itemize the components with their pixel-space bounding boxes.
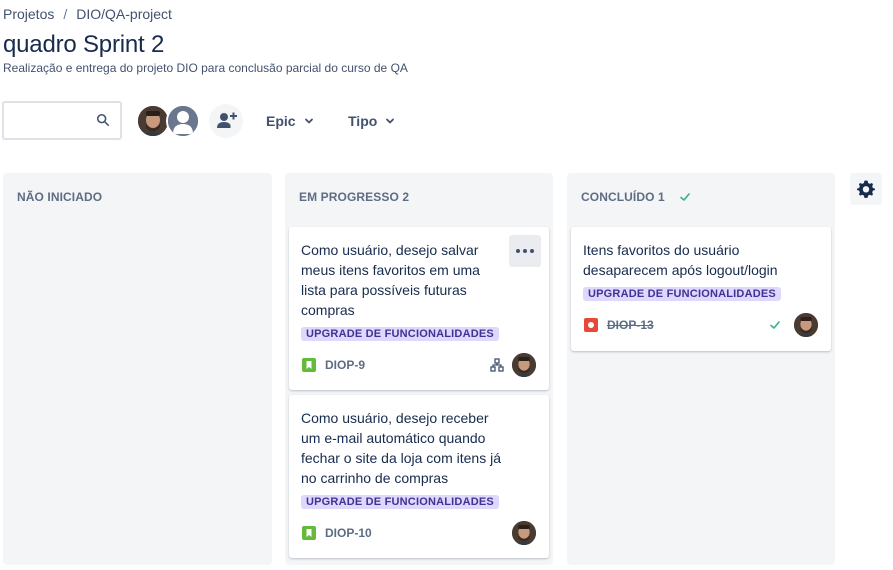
- story-type-icon: [302, 526, 316, 540]
- board-column-em-progresso: EM PROGRESSO 2 Como usuário, desejo salv…: [285, 173, 553, 565]
- column-title: NÃO INICIADO: [17, 190, 103, 204]
- assignee-avatar[interactable]: [794, 313, 818, 337]
- issue-card-diop-9[interactable]: Como usuário, desejo salvar meus itens f…: [289, 227, 549, 390]
- card-summary: Como usuário, desejo receber um e-mail a…: [301, 410, 501, 486]
- chevron-down-icon: [386, 118, 395, 124]
- done-check-icon: [679, 193, 690, 201]
- child-issues-icon: [490, 358, 504, 372]
- search-input[interactable]: [2, 101, 122, 140]
- add-people-button[interactable]: [209, 104, 243, 138]
- done-check-icon: [770, 321, 780, 329]
- search-icon: [96, 113, 110, 127]
- bug-type-icon: [584, 318, 598, 332]
- epic-badge[interactable]: UPGRADE DE FUNCIONALIDADES: [583, 287, 781, 301]
- user-avatar[interactable]: [136, 104, 170, 138]
- breadcrumb-projects-link[interactable]: Projetos: [3, 6, 54, 22]
- column-header: CONCLUÍDO 1: [581, 190, 691, 204]
- card-more-actions-button[interactable]: [509, 235, 541, 267]
- add-person-icon: [217, 112, 237, 128]
- chevron-down-icon: [304, 118, 313, 124]
- assignee-avatar[interactable]: [512, 521, 536, 545]
- breadcrumb: Projetos / DIO/QA-project: [3, 6, 172, 22]
- more-icon-dot: [523, 249, 527, 253]
- epic-filter-label: Epic: [266, 113, 296, 129]
- tipo-filter[interactable]: Tipo: [348, 109, 395, 133]
- assignee-avatar[interactable]: [512, 353, 536, 377]
- issue-card-diop-13[interactable]: Itens favoritos do usuário desaparecem a…: [571, 227, 831, 351]
- board-column-concluido: CONCLUÍDO 1 Itens favoritos do usuário d…: [567, 173, 835, 565]
- story-type-icon: [302, 358, 316, 372]
- column-title: CONCLUÍDO 1: [581, 190, 665, 204]
- board-column-nao-iniciado: NÃO INICIADO: [3, 173, 272, 565]
- epic-filter[interactable]: Epic: [266, 109, 314, 133]
- issue-card-diop-10[interactable]: Como usuário, desejo receber um e-mail a…: [289, 395, 549, 558]
- breadcrumb-project-link[interactable]: DIO/QA-project: [76, 6, 172, 22]
- board-settings-button[interactable]: [850, 173, 882, 205]
- card-summary: Itens favoritos do usuário desaparecem a…: [583, 242, 778, 278]
- more-icon-dot: [530, 249, 534, 253]
- epic-badge[interactable]: UPGRADE DE FUNCIONALIDADES: [301, 327, 499, 341]
- page-subtitle: Realização e entrega do projeto DIO para…: [3, 61, 408, 75]
- unassigned-avatar[interactable]: [166, 104, 200, 138]
- breadcrumb-separator: /: [63, 6, 68, 22]
- page-title: quadro Sprint 2: [3, 31, 165, 58]
- column-header: EM PROGRESSO 2: [299, 190, 409, 204]
- more-icon-dot: [516, 249, 520, 253]
- issue-key[interactable]: DIOP-9: [325, 358, 365, 372]
- epic-badge[interactable]: UPGRADE DE FUNCIONALIDADES: [301, 495, 499, 509]
- tipo-filter-label: Tipo: [348, 113, 378, 129]
- issue-key[interactable]: DIOP-10: [325, 526, 372, 540]
- gear-icon: [857, 180, 875, 198]
- issue-key[interactable]: DIOP-13: [607, 318, 654, 332]
- column-header: NÃO INICIADO: [17, 190, 102, 204]
- column-title: EM PROGRESSO 2: [299, 190, 410, 204]
- card-summary: Como usuário, desejo salvar meus itens f…: [301, 242, 480, 318]
